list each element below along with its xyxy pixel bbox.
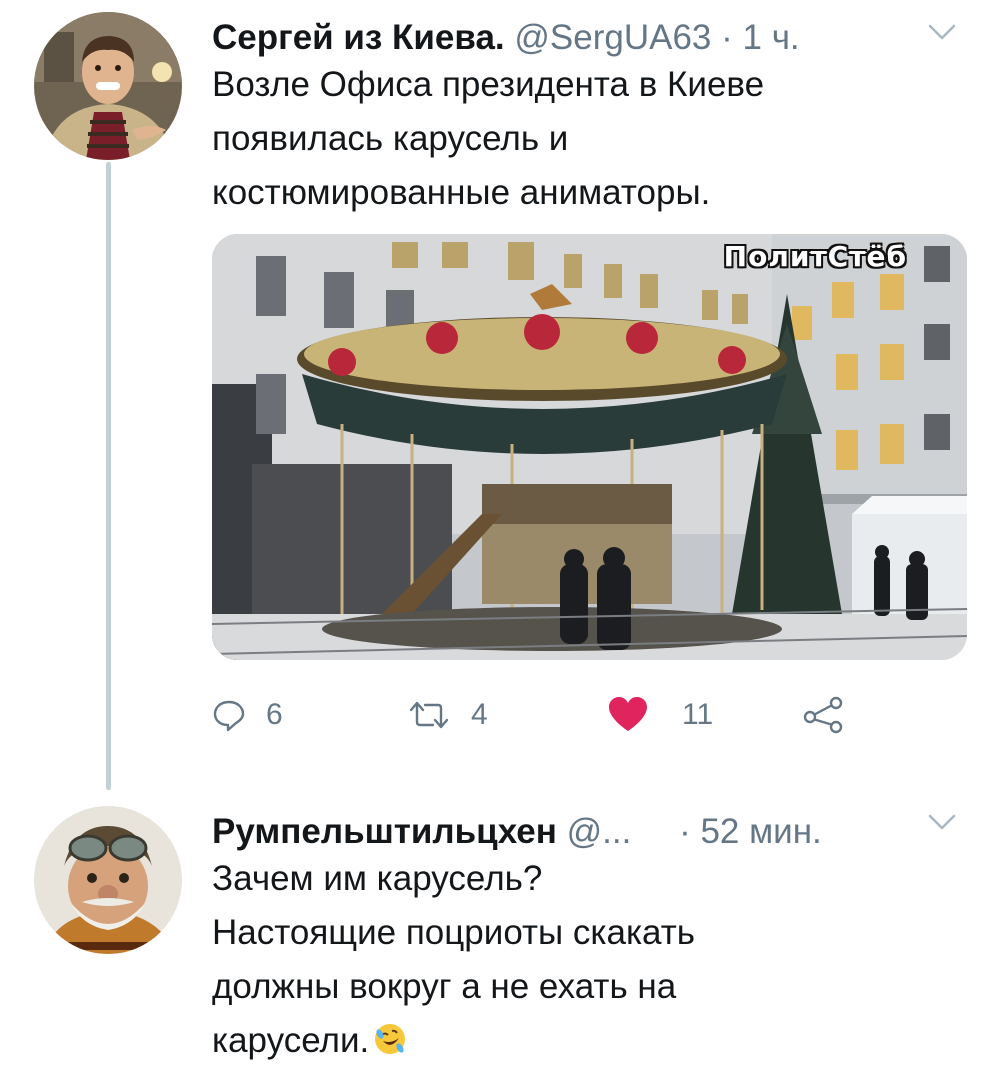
retweet-icon: [409, 701, 449, 729]
reply-button[interactable]: 6: [212, 690, 283, 740]
tweet-media-photo[interactable]: ПолитСтёб: [212, 234, 967, 660]
author-handle[interactable]: @SergUA63: [514, 18, 711, 57]
tweet-text: Возле Офиса президента в Киеве появилась…: [212, 58, 912, 220]
share-button[interactable]: [802, 690, 846, 740]
chevron-down-icon[interactable]: [927, 812, 957, 832]
retweet-button[interactable]: 4: [407, 690, 488, 740]
author-handle[interactable]: @...: [567, 812, 632, 851]
heart-icon: [609, 697, 647, 731]
tweet-text-line: должны вокруг а не ехать на: [212, 967, 677, 1006]
tweet-text-line: Возле Офиса президента в Киеве: [212, 65, 765, 104]
media-watermark: ПолитСтёб: [723, 240, 907, 273]
tweet-header: Румпельштильцхен @... · 52 мин.: [212, 812, 822, 852]
avatar[interactable]: [34, 12, 182, 160]
share-icon: [803, 696, 843, 734]
thread-connector-line: [106, 162, 111, 790]
reply-count: 6: [266, 698, 283, 731]
tweet-text-line: Зачем им карусель?: [212, 859, 543, 898]
rolling-on-floor-laughing-emoji-icon: [375, 1024, 406, 1054]
reply-icon: [213, 700, 245, 732]
tweet-text-line: появилась карусель и: [212, 119, 569, 158]
avatar[interactable]: [34, 806, 182, 954]
tweet-text-segment: карусели.: [212, 1021, 370, 1060]
like-button[interactable]: 11: [608, 690, 713, 740]
retweet-count: 4: [471, 698, 488, 731]
chevron-down-icon[interactable]: [927, 22, 957, 42]
tweet-text-line-last: карусели.: [212, 1014, 912, 1068]
tweet-text-line: Настоящие поцриоты скакать: [212, 913, 696, 952]
like-count: 11: [682, 698, 714, 731]
tweet-text-line: костюмированные аниматоры.: [212, 173, 711, 212]
author-name[interactable]: Сергей из Киева.: [212, 18, 505, 57]
tweet-timestamp[interactable]: · 1 ч.: [721, 18, 800, 57]
tweet-timestamp[interactable]: · 52 мин.: [679, 812, 822, 851]
tweet-actions-bar: 6 4 11: [212, 690, 912, 740]
tweet-text: Зачем им карусель? Настоящие поцриоты ск…: [212, 852, 912, 1068]
author-name[interactable]: Румпельштильцхен: [212, 812, 557, 851]
tweet-header: Сергей из Киева. @SergUA63 · 1 ч.: [212, 18, 800, 58]
